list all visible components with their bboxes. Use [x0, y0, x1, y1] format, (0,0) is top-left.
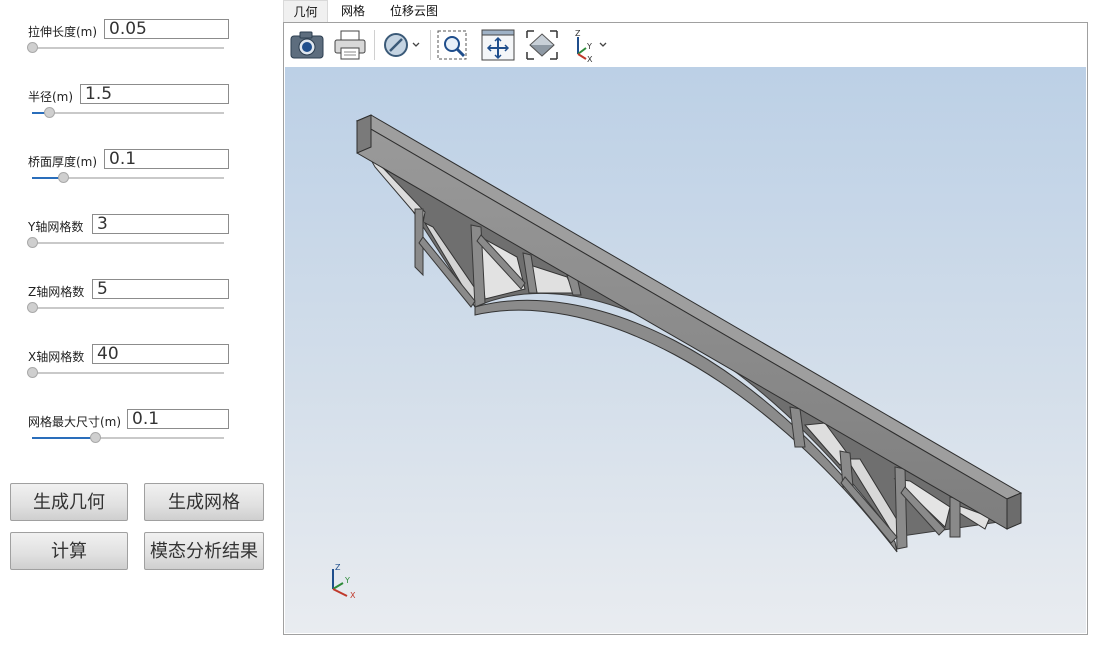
slider-thumb[interactable] — [27, 302, 38, 313]
3d-viewport[interactable]: Z Y X — [285, 67, 1086, 633]
param-radius: 半径(m) 1.5 — [0, 84, 270, 144]
param-deck-thickness: 桥面厚度(m) 0.1 — [0, 149, 270, 209]
viewer-toolbar: Z Y X — [284, 23, 1087, 67]
deck-thickness-input[interactable]: 0.1 — [104, 149, 229, 169]
y-mesh-count-input[interactable]: 3 — [92, 214, 229, 234]
triad-y-label: Y — [344, 576, 350, 585]
display-mode-icon[interactable] — [380, 28, 424, 62]
param-mesh-max-size: 网格最大尺寸(m) 0.1 — [0, 409, 270, 469]
param-label: 网格最大尺寸(m) — [28, 415, 122, 429]
slider-thumb[interactable] — [27, 237, 38, 248]
camera-icon[interactable] — [289, 28, 325, 62]
axis-z-label: Z — [575, 29, 581, 38]
fit-all-icon[interactable] — [524, 28, 560, 62]
axis-y-label: Y — [586, 42, 592, 51]
param-label: 拉伸长度(m) — [28, 25, 98, 39]
bridge-model — [355, 114, 1023, 553]
z-mesh-count-slider[interactable] — [27, 302, 224, 314]
x-mesh-count-input[interactable]: 40 — [92, 344, 229, 364]
tab-mesh[interactable]: 网格 — [333, 0, 373, 22]
param-label: Z轴网格数 — [28, 285, 85, 299]
mesh-max-size-slider[interactable] — [32, 432, 224, 444]
slider-thumb[interactable] — [27, 42, 38, 53]
param-x-mesh-count: X轴网格数 40 — [0, 344, 270, 404]
pan-icon[interactable] — [480, 28, 516, 62]
axes-view-icon[interactable]: Z Y X — [568, 28, 612, 64]
deck-thickness-slider[interactable] — [32, 172, 224, 184]
extrude-length-slider[interactable] — [27, 42, 224, 54]
y-mesh-count-slider[interactable] — [27, 237, 224, 249]
param-label: 半径(m) — [28, 90, 74, 104]
param-label: 桥面厚度(m) — [28, 155, 98, 169]
axis-x-label: X — [587, 55, 593, 62]
param-extrude-length: 拉伸长度(m) 0.05 — [0, 19, 270, 79]
triad-z-label: Z — [335, 563, 341, 572]
param-y-mesh-count: Y轴网格数 3 — [0, 214, 270, 274]
tab-displacement[interactable]: 位移云图 — [383, 0, 445, 22]
tab-geometry[interactable]: 几何 — [283, 0, 328, 22]
triad-x-label: X — [350, 591, 356, 599]
print-icon[interactable] — [332, 28, 368, 62]
extrude-length-input[interactable]: 0.05 — [104, 19, 229, 39]
radius-slider[interactable] — [32, 107, 224, 119]
slider-thumb[interactable] — [58, 172, 69, 183]
radius-input[interactable]: 1.5 — [80, 84, 229, 104]
compute-button[interactable]: 计算 — [10, 532, 128, 570]
slider-thumb[interactable] — [44, 107, 55, 118]
generate-geometry-button[interactable]: 生成几何 — [10, 483, 128, 521]
mesh-max-size-input[interactable]: 0.1 — [127, 409, 229, 429]
3d-viewer: Z Y X Z Y X — [283, 22, 1088, 635]
zoom-window-icon[interactable] — [435, 28, 471, 62]
param-z-mesh-count: Z轴网格数 5 — [0, 279, 270, 339]
axis-triad: Z Y X — [332, 563, 356, 599]
slider-thumb[interactable] — [90, 432, 101, 443]
slider-thumb[interactable] — [27, 367, 38, 378]
param-label: Y轴网格数 — [28, 220, 84, 234]
x-mesh-count-slider[interactable] — [27, 367, 224, 379]
generate-mesh-button[interactable]: 生成网格 — [144, 483, 264, 521]
param-label: X轴网格数 — [28, 350, 85, 364]
z-mesh-count-input[interactable]: 5 — [92, 279, 229, 299]
modal-results-button[interactable]: 模态分析结果 — [144, 532, 264, 570]
